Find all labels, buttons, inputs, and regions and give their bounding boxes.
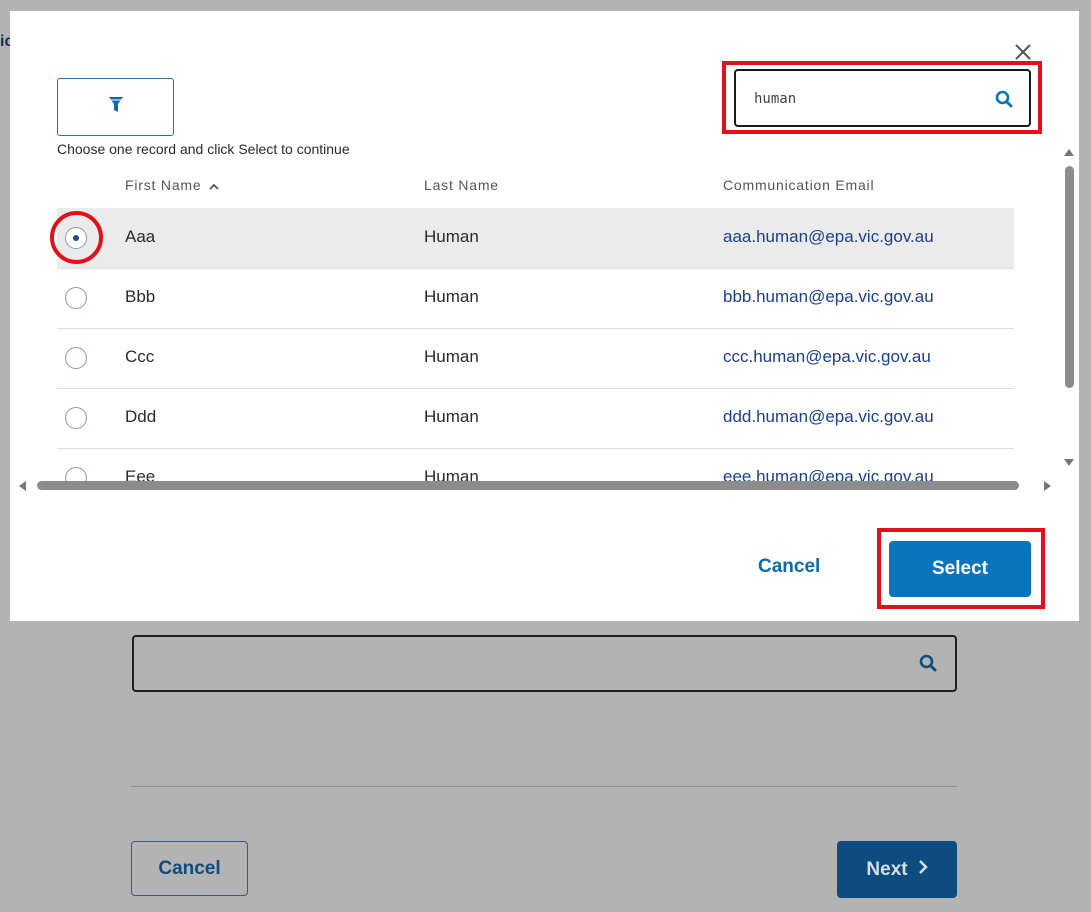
first-name-cell: Eee <box>125 467 156 481</box>
search-input[interactable] <box>752 84 976 114</box>
record-picker-modal: Choose one record and click Select to co… <box>10 11 1079 621</box>
next-label: Next <box>866 858 908 880</box>
row-radio[interactable] <box>65 467 87 481</box>
email-link[interactable]: ddd.human@epa.vic.gov.au <box>723 407 934 427</box>
scroll-up-arrow[interactable] <box>1064 149 1074 156</box>
first-name-cell: Ddd <box>125 407 157 426</box>
email-link[interactable]: bbb.human@epa.vic.gov.au <box>723 287 934 307</box>
first-name-cell: Bbb <box>125 287 156 306</box>
first-name-cell: Ccc <box>125 347 155 366</box>
last-name-cell: Human <box>424 227 479 246</box>
records-table: First Name Last Name Communication Email… <box>10 166 1079 481</box>
background-cancel-button[interactable]: Cancel <box>131 841 248 896</box>
last-name-cell: Human <box>424 287 479 306</box>
last-name-cell: Human <box>424 347 479 366</box>
divider <box>131 786 957 787</box>
vertical-scrollbar[interactable] <box>1065 166 1074 388</box>
scroll-down-arrow[interactable] <box>1064 459 1074 466</box>
first-name-cell: Aaa <box>125 227 156 246</box>
table-header: First Name Last Name Communication Email <box>10 166 1015 208</box>
last-name-cell: Human <box>424 407 479 426</box>
column-header-first-name[interactable]: First Name <box>125 177 219 193</box>
email-link[interactable]: ccc.human@epa.vic.gov.au <box>723 347 931 367</box>
instruction-text: Choose one record and click Select to co… <box>57 141 350 157</box>
scroll-left-arrow[interactable] <box>19 481 26 491</box>
search-icon[interactable] <box>919 654 937 677</box>
row-radio[interactable] <box>65 287 87 309</box>
search-icon[interactable] <box>995 90 1013 113</box>
select-button[interactable]: Select <box>889 541 1031 597</box>
table-row[interactable]: Bbb Human bbb.human@epa.vic.gov.au <box>57 268 1014 329</box>
cancel-button[interactable]: Cancel <box>758 556 820 578</box>
row-radio[interactable] <box>65 347 87 369</box>
filter-button[interactable] <box>57 78 174 136</box>
table-row[interactable]: Ccc Human ccc.human@epa.vic.gov.au <box>57 328 1014 389</box>
table-row[interactable]: Eee Human eee.human@epa.vic.gov.au <box>57 448 1014 481</box>
chevron-right-icon <box>918 859 928 881</box>
next-button[interactable]: Next <box>837 841 957 898</box>
horizontal-scrollbar[interactable] <box>37 481 1019 490</box>
row-radio[interactable] <box>65 407 87 429</box>
radio-highlight-annotation <box>50 211 103 264</box>
background-search-field[interactable] <box>132 635 957 692</box>
table-row[interactable]: Ddd Human ddd.human@epa.vic.gov.au <box>57 388 1014 449</box>
filter-icon <box>108 96 124 119</box>
column-header-last-name[interactable]: Last Name <box>424 177 499 193</box>
email-link[interactable]: aaa.human@epa.vic.gov.au <box>723 227 934 247</box>
column-header-email[interactable]: Communication Email <box>723 177 874 193</box>
last-name-cell: Human <box>424 467 479 481</box>
scroll-right-arrow[interactable] <box>1044 481 1051 491</box>
modal-search-field[interactable] <box>734 69 1031 127</box>
table-row[interactable]: Aaa Human aaa.human@epa.vic.gov.au <box>57 208 1014 269</box>
close-icon[interactable] <box>1013 42 1033 62</box>
sort-ascending-icon <box>205 182 219 193</box>
email-link[interactable]: eee.human@epa.vic.gov.au <box>723 467 934 481</box>
